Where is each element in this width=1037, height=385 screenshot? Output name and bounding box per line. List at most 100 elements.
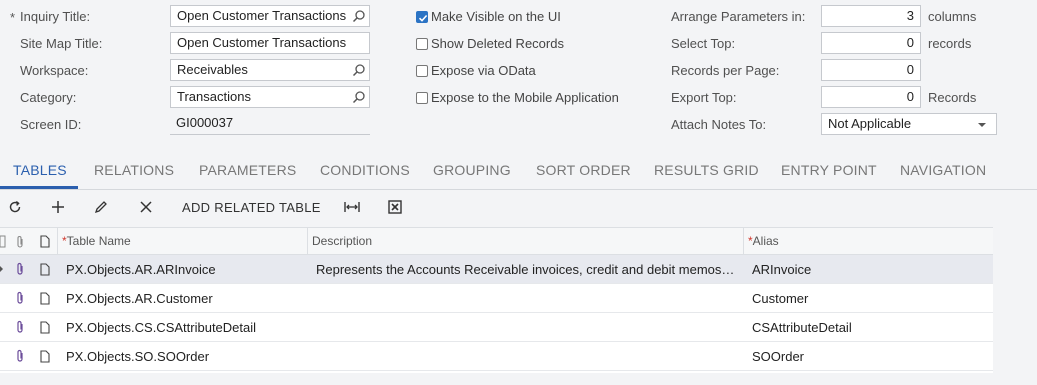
paperclip-icon[interactable]	[15, 320, 25, 334]
required-mark: *	[10, 10, 16, 25]
records-suffix: records	[928, 36, 972, 51]
tab-relations[interactable]: RELATIONS	[94, 162, 174, 178]
paperclip-icon[interactable]	[15, 262, 25, 276]
alias-cell[interactable]: CSAttributeDetail	[752, 320, 988, 335]
grid-header: *Table Name Description *Alias	[0, 227, 993, 256]
site-map-title-value: Open Customer Transactions	[177, 35, 347, 50]
workspace-field[interactable]: Receivables	[170, 59, 370, 81]
screen-id-label: Screen ID:	[20, 117, 82, 132]
expose-mobile-checkbox[interactable]: Expose to the Mobile Application	[416, 90, 619, 105]
x-icon	[140, 201, 152, 213]
table-name-cell[interactable]: PX.Objects.CS.CSAttributeDetail	[66, 320, 302, 335]
workspace-value: Receivables	[177, 62, 248, 77]
attach-notes-value: Not Applicable	[828, 116, 912, 131]
search-icon[interactable]	[352, 9, 366, 23]
search-icon[interactable]	[352, 63, 366, 77]
show-deleted-checkbox[interactable]: Show Deleted Records	[416, 36, 564, 51]
column-separator	[307, 228, 308, 256]
table-row[interactable]: PX.Objects.AR.ARInvoice Represents the Ac…	[0, 255, 993, 284]
inquiry-title-field[interactable]: Open Customer Transactions	[170, 5, 370, 27]
tab-results-grid[interactable]: RESULTS GRID	[654, 162, 759, 178]
expose-odata-checkbox[interactable]: Expose via OData	[416, 63, 536, 78]
attach-notes-label: Attach Notes To:	[671, 117, 767, 132]
workspace-label: Workspace:	[20, 63, 89, 78]
add-row-button[interactable]	[49, 198, 67, 216]
table-row[interactable]: PX.Objects.AR.Customer Customer	[0, 284, 993, 313]
note-icon	[40, 235, 50, 248]
checkbox-empty-icon	[416, 64, 428, 77]
export-top-value: 0	[906, 89, 914, 104]
paperclip-icon[interactable]	[15, 291, 25, 305]
arrange-parameters-label: Arrange Parameters in:	[671, 9, 806, 24]
select-top-field[interactable]: 0	[821, 32, 921, 54]
description-header[interactable]: Description	[312, 234, 372, 248]
edit-button[interactable]	[92, 198, 110, 216]
screen-id-field: GI000037	[170, 113, 370, 135]
refresh-button[interactable]	[6, 198, 24, 216]
expose-odata-label: Expose via OData	[431, 63, 536, 78]
fit-columns-icon	[344, 202, 360, 212]
current-row-marker-icon	[0, 266, 3, 272]
export-top-field[interactable]: 0	[821, 86, 921, 108]
tables-grid: *Table Name Description *Alias PX.Object…	[0, 227, 993, 373]
table-name-header[interactable]: *Table Name	[62, 234, 131, 248]
records-suffix: Records	[928, 90, 977, 105]
delete-row-button[interactable]	[137, 198, 155, 216]
tab-conditions[interactable]: CONDITIONS	[320, 162, 410, 178]
table-name-cell[interactable]: PX.Objects.SO.SOOrder	[66, 349, 302, 364]
tab-entry-point[interactable]: ENTRY POINT	[781, 162, 877, 178]
note-icon[interactable]	[40, 263, 50, 276]
note-icon[interactable]	[40, 292, 50, 305]
row-selector-icon[interactable]	[0, 235, 6, 249]
category-value: Transactions	[177, 89, 251, 104]
select-top-label: Select Top:	[671, 36, 736, 51]
checkbox-empty-icon	[416, 91, 428, 104]
tab-sort-order[interactable]: SORT ORDER	[536, 162, 631, 178]
select-top-value: 0	[906, 35, 914, 50]
show-deleted-label: Show Deleted Records	[431, 36, 564, 51]
export-excel-button[interactable]	[386, 198, 404, 216]
paperclip-icon	[17, 236, 23, 248]
make-visible-checkbox[interactable]: Make Visible on the UI	[416, 9, 561, 24]
attach-notes-select[interactable]: Not Applicable	[821, 113, 997, 135]
add-related-table-button[interactable]: ADD RELATED TABLE	[182, 198, 321, 216]
alias-cell[interactable]: SOOrder	[752, 349, 988, 364]
excel-icon	[388, 200, 402, 214]
records-per-page-field[interactable]: 0	[821, 59, 921, 81]
arrange-parameters-value: 3	[906, 8, 914, 23]
table-name-cell[interactable]: PX.Objects.AR.Customer	[66, 291, 302, 306]
fit-columns-button[interactable]	[342, 198, 362, 216]
alias-cell[interactable]: Customer	[752, 291, 988, 306]
alias-header[interactable]: *Alias	[748, 234, 779, 248]
column-separator	[743, 228, 744, 256]
export-top-label: Export Top:	[671, 90, 737, 105]
alias-cell[interactable]: ARInvoice	[752, 262, 988, 277]
tab-grouping[interactable]: GROUPING	[433, 162, 511, 178]
tab-tables[interactable]: TABLES	[13, 162, 67, 178]
table-name-header-label: Table Name	[66, 234, 131, 248]
inquiry-title-label: Inquiry Title:	[20, 9, 91, 24]
paperclip-icon[interactable]	[15, 349, 25, 363]
tab-bar: TABLES RELATIONS PARAMETERS CONDITIONS G…	[0, 153, 1037, 190]
expose-mobile-label: Expose to the Mobile Application	[431, 90, 619, 105]
description-cell[interactable]: Represents the Accounts Receivable invoi…	[316, 262, 738, 277]
plus-icon	[52, 201, 64, 213]
tab-parameters[interactable]: PARAMETERS	[199, 162, 296, 178]
site-map-title-field[interactable]: Open Customer Transactions	[170, 32, 370, 54]
tab-navigation[interactable]: NAVIGATION	[900, 162, 986, 178]
chevron-down-icon	[978, 123, 986, 127]
alias-header-label: Alias	[752, 234, 779, 248]
columns-suffix: columns	[928, 9, 977, 24]
records-per-page-label: Records per Page:	[671, 63, 780, 78]
table-row[interactable]: PX.Objects.SO.SOOrder SOOrder	[0, 342, 993, 371]
grid-toolbar: ADD RELATED TABLE	[0, 190, 1037, 226]
active-tab-indicator	[0, 186, 78, 189]
table-row[interactable]: PX.Objects.CS.CSAttributeDetail CSAttribu…	[0, 313, 993, 342]
note-icon[interactable]	[40, 350, 50, 363]
arrange-parameters-field[interactable]: 3	[821, 5, 921, 27]
column-separator	[57, 228, 58, 256]
table-name-cell[interactable]: PX.Objects.AR.ARInvoice	[66, 262, 302, 277]
category-field[interactable]: Transactions	[170, 86, 370, 108]
note-icon[interactable]	[40, 321, 50, 334]
search-icon[interactable]	[352, 90, 366, 104]
